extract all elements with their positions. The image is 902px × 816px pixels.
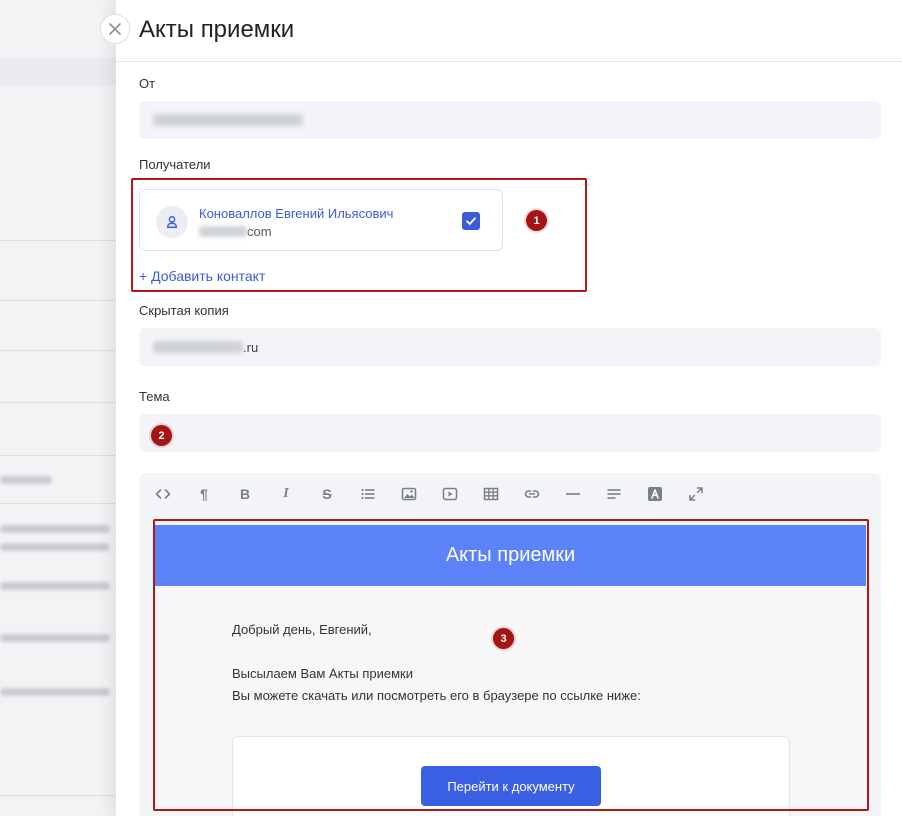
annotation-marker-2: 2 — [151, 425, 172, 446]
close-icon — [109, 23, 121, 35]
subject-field[interactable] — [139, 414, 881, 452]
background-text — [0, 525, 110, 533]
editor-toolbar: ¶ B I S — [139, 473, 881, 515]
horizontal-rule-icon[interactable] — [562, 483, 584, 505]
background-text — [0, 634, 110, 642]
annotation-frame-3 — [153, 519, 869, 811]
bold-icon[interactable]: B — [234, 483, 256, 505]
background-text — [0, 543, 110, 551]
annotation-marker-3: 3 — [493, 628, 514, 649]
font-color-icon[interactable] — [644, 483, 666, 505]
fullscreen-icon[interactable] — [685, 483, 707, 505]
background-divider — [0, 795, 116, 796]
strikethrough-icon[interactable]: S — [316, 483, 338, 505]
background-divider — [0, 300, 116, 301]
link-icon[interactable] — [521, 483, 543, 505]
drawer-header: Акты приемки — [116, 0, 902, 62]
bcc-field[interactable]: .ru — [139, 328, 881, 366]
subject-label: Тема — [139, 389, 170, 404]
background-band — [0, 58, 116, 86]
recipients-label: Получатели — [139, 157, 211, 172]
bcc-label: Скрытая копия — [139, 303, 229, 318]
align-icon[interactable] — [603, 483, 625, 505]
background-divider — [0, 402, 116, 403]
background-divider — [0, 455, 116, 456]
background-text — [0, 688, 110, 696]
drawer-title: Акты приемки — [139, 16, 295, 43]
background-divider — [0, 240, 116, 241]
redacted-text — [153, 341, 243, 353]
background-divider — [0, 503, 116, 504]
bcc-value-suffix: .ru — [243, 339, 259, 355]
table-icon[interactable] — [480, 483, 502, 505]
background-divider — [0, 350, 116, 351]
annotation-frame-1 — [131, 178, 587, 292]
redacted-text — [153, 114, 303, 126]
background-text — [0, 582, 110, 590]
background-page — [0, 0, 116, 816]
annotation-marker-1: 1 — [526, 210, 547, 231]
image-icon[interactable] — [398, 483, 420, 505]
list-icon[interactable] — [357, 483, 379, 505]
from-field[interactable] — [139, 101, 881, 139]
close-button[interactable] — [100, 14, 130, 44]
paragraph-icon[interactable]: ¶ — [193, 483, 215, 505]
background-text — [0, 476, 52, 484]
italic-icon[interactable]: I — [275, 483, 297, 505]
video-icon[interactable] — [439, 483, 461, 505]
from-label: От — [139, 76, 156, 91]
code-icon[interactable] — [152, 483, 174, 505]
